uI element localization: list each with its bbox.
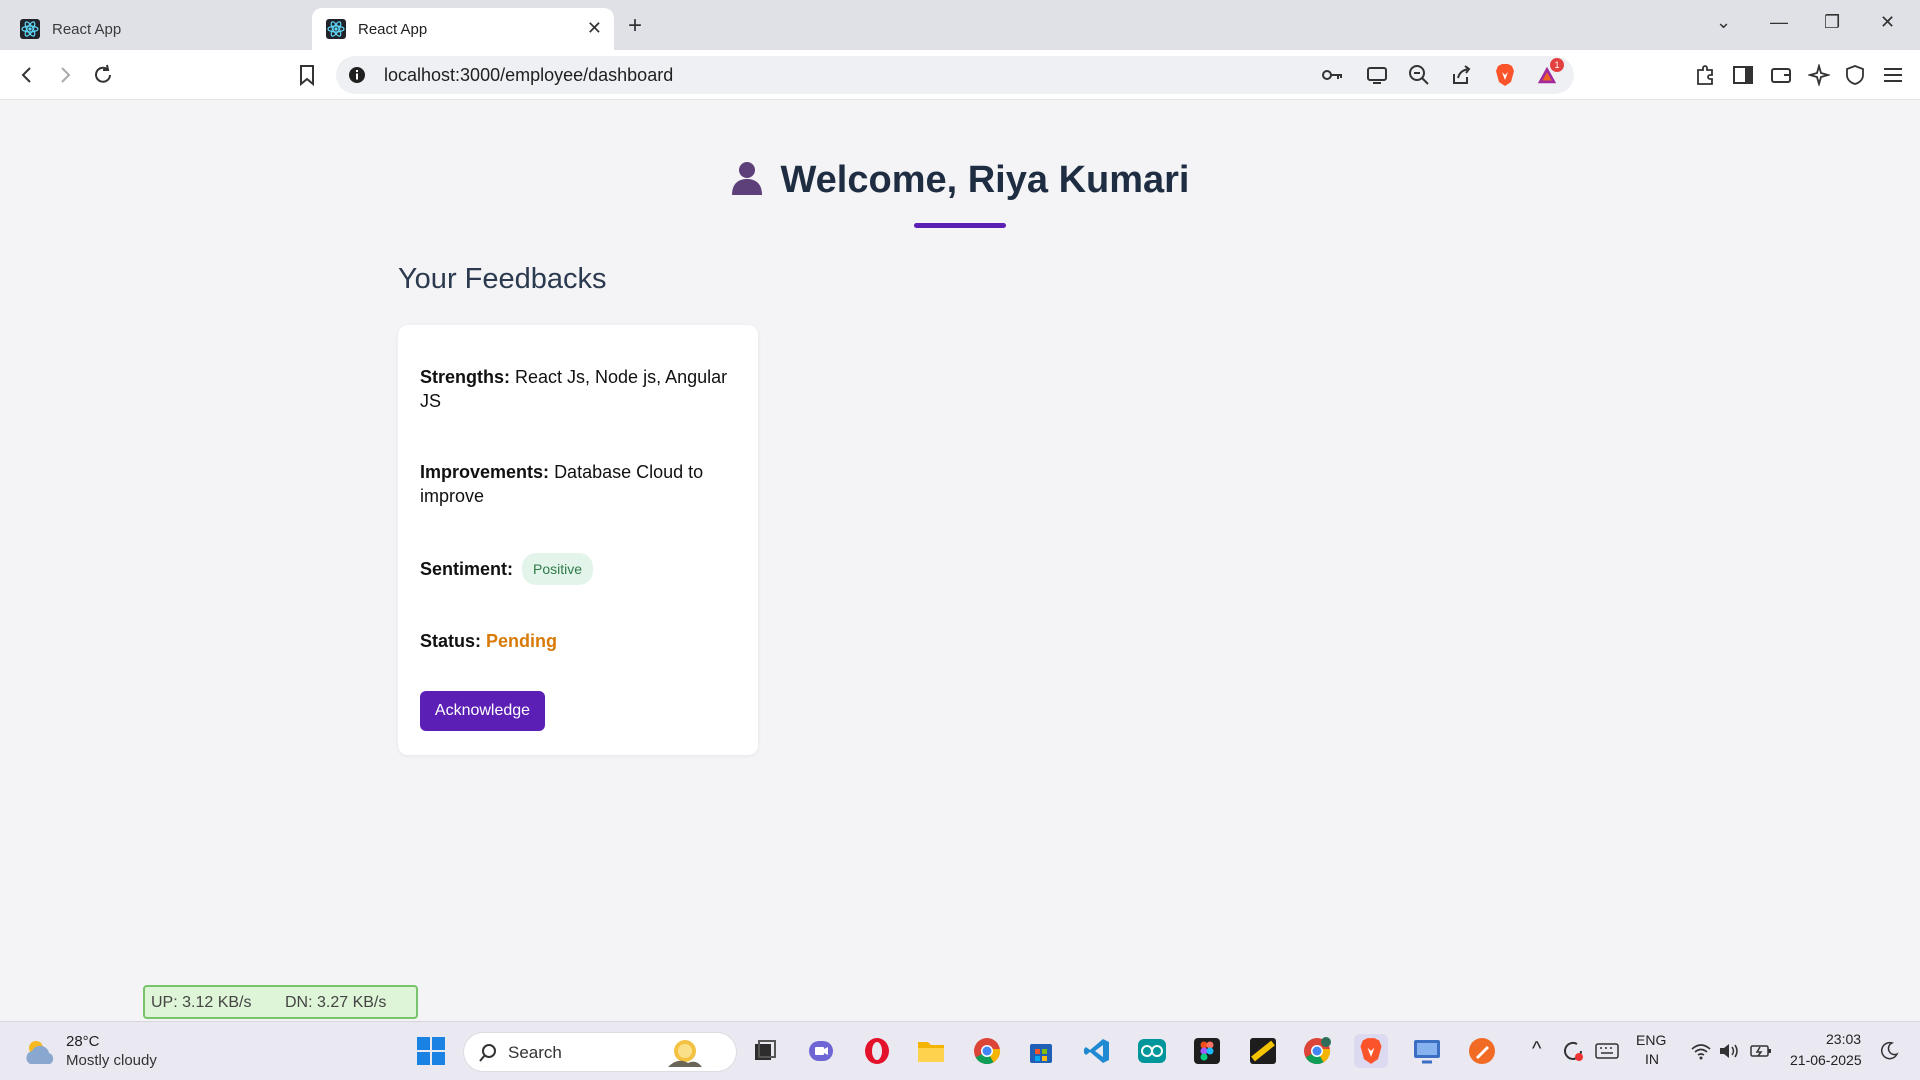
restore-icon[interactable]: ❐	[1824, 12, 1840, 33]
status-label: Status:	[420, 631, 482, 651]
terminal-app-icon[interactable]	[1246, 1034, 1280, 1068]
network-speed-meter: UP: 3.12 KB/s DN: 3.27 KB/s	[143, 985, 418, 1019]
weather-widget[interactable]: 28°C Mostly cloudy	[20, 1032, 180, 1072]
show-hidden-icons-icon[interactable]: ^	[1532, 1038, 1541, 1061]
tab-title: React App	[358, 20, 428, 38]
opera-icon[interactable]	[860, 1034, 894, 1068]
share-icon[interactable]	[1450, 64, 1472, 86]
feedback-card: Strengths: React Js, Node js, Angular JS…	[398, 325, 758, 755]
key-icon[interactable]	[1322, 64, 1344, 86]
browser-tab[interactable]: React App	[6, 8, 306, 50]
search-label: Search	[508, 1043, 562, 1062]
sentiment-label: Sentiment:	[420, 559, 514, 579]
welcome-heading: Welcome, Riya Kumari	[0, 159, 1920, 202]
status-value: Pending	[486, 631, 558, 651]
improvements-label: Improvements:	[420, 462, 550, 482]
rewards-badge: 1	[1550, 58, 1564, 72]
strengths-field: Strengths: React Js, Node js, Angular JS	[420, 365, 738, 413]
close-window-icon[interactable]: ✕	[1880, 12, 1895, 33]
taskbar-search[interactable]: Search	[463, 1032, 737, 1072]
sentiment-badge: Positive	[522, 553, 594, 585]
bookmark-icon[interactable]	[294, 62, 320, 88]
file-explorer-icon[interactable]	[914, 1034, 948, 1068]
react-icon	[20, 19, 40, 39]
browser-toolbar: localhost:3000/employee/dashboard 1	[0, 50, 1920, 100]
heading-underline	[914, 223, 1006, 228]
minimize-icon[interactable]: —	[1770, 12, 1788, 33]
chrome-profile-icon[interactable]	[1300, 1034, 1334, 1068]
microsoft-store-icon[interactable]	[1024, 1034, 1058, 1068]
improvements-field: Improvements: Database Cloud to improve	[420, 460, 738, 508]
react-icon	[326, 19, 346, 39]
clock-date[interactable]: 21-06-2025	[1790, 1052, 1862, 1068]
brave-rewards-icon[interactable]: 1	[1536, 58, 1564, 86]
search-highlight-icon	[668, 1040, 702, 1067]
vpn-icon[interactable]	[1842, 62, 1868, 88]
strengths-label: Strengths:	[420, 367, 510, 387]
taskbar: 28°C Mostly cloudy Search ^ ENG IN 23:03…	[0, 1021, 1920, 1080]
browser-tab-bar: React App React App ✕ + ⌄ — ❐ ✕	[0, 0, 1920, 50]
keyboard-icon[interactable]	[1590, 1034, 1624, 1068]
brave-browser-icon[interactable]	[1354, 1034, 1388, 1068]
language-bottom[interactable]: IN	[1645, 1051, 1659, 1067]
chrome-icon[interactable]	[970, 1034, 1004, 1068]
install-app-icon[interactable]	[1366, 64, 1388, 86]
page-content: Welcome, Riya Kumari Your Feedbacks Stre…	[0, 101, 1920, 1021]
focus-moon-icon[interactable]	[1872, 1034, 1906, 1068]
new-tab-icon[interactable]: +	[628, 12, 642, 40]
close-tab-icon[interactable]: ✕	[587, 18, 602, 39]
reload-icon[interactable]	[90, 62, 116, 88]
volume-icon[interactable]	[1712, 1034, 1746, 1068]
tab-title: React App	[52, 20, 122, 38]
search-icon	[479, 1044, 496, 1062]
sync-icon[interactable]	[1556, 1034, 1590, 1068]
section-title: Your Feedbacks	[398, 263, 607, 295]
tab-search-chevron-icon[interactable]: ⌄	[1716, 12, 1731, 33]
leo-ai-icon[interactable]	[1806, 62, 1832, 88]
site-info-icon[interactable]	[348, 66, 366, 84]
welcome-text: Welcome, Riya Kumari	[780, 159, 1190, 201]
meet-chat-icon[interactable]	[804, 1034, 838, 1068]
language-top[interactable]: ENG	[1636, 1032, 1666, 1048]
remote-desktop-icon[interactable]	[1410, 1034, 1444, 1068]
figma-icon[interactable]	[1190, 1034, 1224, 1068]
status-field: Status: Pending	[420, 629, 738, 653]
windows-start-icon[interactable]	[414, 1034, 448, 1068]
back-icon[interactable]	[14, 62, 40, 88]
zoom-out-icon[interactable]	[1408, 64, 1430, 86]
menu-icon[interactable]	[1880, 62, 1906, 88]
weather-temperature: 28°C	[66, 1033, 100, 1050]
address-bar[interactable]: localhost:3000/employee/dashboard 1	[336, 56, 1574, 94]
task-view-icon[interactable]	[748, 1034, 782, 1068]
battery-icon[interactable]	[1744, 1034, 1778, 1068]
browser-tab-active[interactable]: React App ✕	[312, 8, 614, 50]
extensions-puzzle-icon[interactable]	[1692, 62, 1718, 88]
user-icon	[732, 162, 763, 195]
forward-icon[interactable]	[52, 62, 78, 88]
upload-speed: UP: 3.12 KB/s	[151, 994, 252, 1011]
pen-app-icon[interactable]	[1465, 1034, 1499, 1068]
url-text[interactable]: localhost:3000/employee/dashboard	[384, 65, 673, 86]
acknowledge-button[interactable]: Acknowledge	[420, 691, 545, 731]
sentiment-field: Sentiment: Positive	[420, 553, 738, 585]
weather-condition: Mostly cloudy	[66, 1052, 157, 1069]
clock-time[interactable]: 23:03	[1826, 1031, 1861, 1047]
brave-shields-icon[interactable]	[1494, 64, 1516, 86]
vscode-icon[interactable]	[1080, 1034, 1114, 1068]
download-speed: DN: 3.27 KB/s	[285, 994, 387, 1011]
sidebar-icon[interactable]	[1730, 62, 1756, 88]
wallet-icon[interactable]	[1768, 62, 1794, 88]
arduino-icon[interactable]	[1135, 1034, 1169, 1068]
cloudy-weather-icon	[26, 1041, 54, 1064]
